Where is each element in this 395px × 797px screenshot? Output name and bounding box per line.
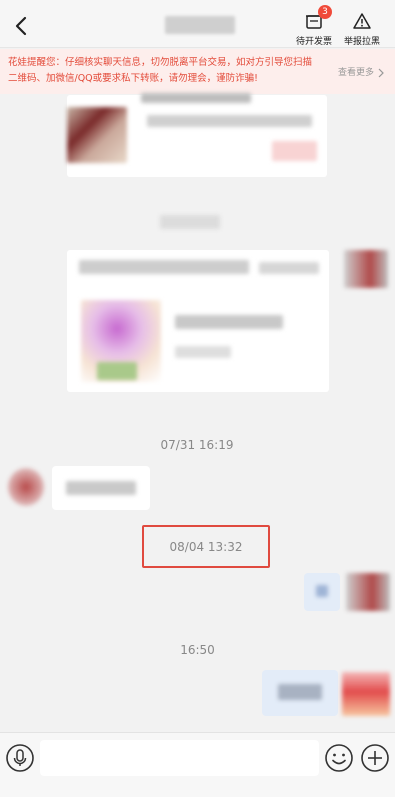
view-more-link[interactable]: 查看更多: [338, 65, 385, 81]
product-price-blurred: [272, 141, 317, 161]
card-title-blurred: [79, 260, 249, 274]
report-block-button[interactable]: 举报拉黑: [336, 8, 388, 47]
pending-invoice-label: 待开发票: [295, 37, 332, 47]
chevron-right-icon: [378, 68, 384, 78]
outgoing-message-bubble-1[interactable]: [304, 573, 340, 611]
emoji-button[interactable]: [323, 742, 355, 774]
contact-avatar[interactable]: [8, 468, 44, 506]
card-title-blurred-2: [259, 262, 319, 274]
chat-title-blurred: [165, 16, 235, 34]
more-button[interactable]: [359, 742, 391, 774]
my-avatar-2[interactable]: [346, 573, 390, 611]
product-image-pot: [97, 362, 137, 380]
invoice-icon: 3: [304, 5, 332, 31]
voice-button[interactable]: [4, 742, 36, 774]
view-more-label: 查看更多: [337, 68, 374, 78]
highlight-annotation-box: [142, 525, 270, 568]
warning-text: 花娃提醒您：仔细核实聊天信息，切勿脱离平台交易，如对方引导您扫描二维码、加微信/…: [8, 57, 313, 84]
pending-invoice-button[interactable]: 3 待开发票: [288, 5, 340, 47]
smiley-icon: [325, 744, 353, 772]
message-content-blurred: [316, 585, 328, 597]
invoice-count-badge: 3: [318, 5, 332, 19]
outgoing-message-bubble-2[interactable]: [262, 670, 338, 716]
my-avatar[interactable]: [344, 250, 388, 288]
product-card-2[interactable]: [67, 250, 329, 392]
product-card-1[interactable]: [67, 93, 327, 177]
message-input[interactable]: [40, 740, 319, 776]
message-text-blurred: [66, 481, 136, 495]
timestamp-3: 16:50: [180, 643, 215, 657]
chevron-left-icon: [15, 16, 27, 36]
incoming-message-bubble[interactable]: [52, 466, 150, 510]
plus-circle-icon: [361, 744, 389, 772]
report-block-label: 举报拉黑: [343, 37, 380, 47]
card-desc-blurred: [175, 315, 283, 329]
card-price-blurred: [175, 346, 231, 358]
fraud-warning-banner: 花娃提醒您：仔细核实聊天信息，切勿脱离平台交易，如对方引导您扫描二维码、加微信/…: [0, 49, 395, 94]
my-avatar-3[interactable]: [342, 672, 390, 716]
message-text-blurred-2: [278, 684, 322, 700]
product-title-blurred: [141, 93, 251, 103]
microphone-icon: [6, 744, 34, 772]
timestamp-blurred: [160, 215, 220, 229]
message-input-bar: [0, 732, 395, 797]
product-desc-blurred: [147, 115, 312, 127]
timestamp-1: 07/31 16:19: [160, 438, 234, 452]
warning-triangle-icon: [352, 11, 372, 31]
back-button[interactable]: [8, 12, 36, 40]
product-thumbnail: [67, 107, 127, 163]
nav-bar: 3 待开发票 举报拉黑: [0, 4, 395, 48]
